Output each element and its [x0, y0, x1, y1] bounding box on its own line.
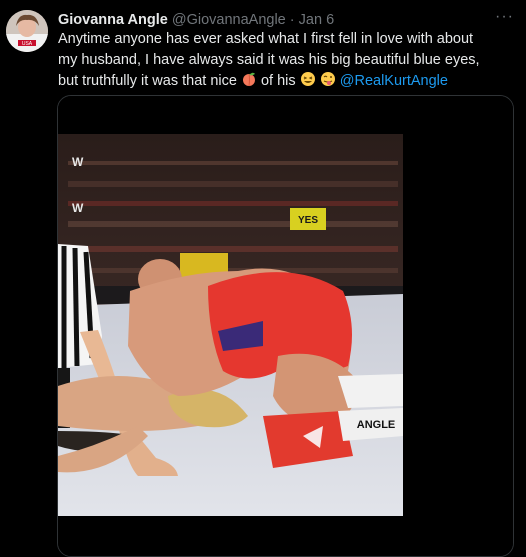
- tweet-date[interactable]: Jan 6: [299, 12, 334, 28]
- separator-dot: ·: [289, 12, 295, 28]
- tweet-text: Anytime anyone has ever asked what I fir…: [58, 29, 488, 94]
- more-options-icon[interactable]: ···: [495, 8, 514, 26]
- peach-emoji-icon: [241, 71, 257, 94]
- author-avatar[interactable]: USA: [6, 10, 48, 52]
- trunks-text: ANGLE: [357, 419, 396, 431]
- video-frame: YES W W ANGLE: [58, 134, 403, 516]
- broadcast-logo: W: [72, 155, 84, 169]
- tweet-text-part2: of his: [260, 73, 296, 89]
- svg-text:W: W: [72, 201, 84, 215]
- author-handle[interactable]: @GiovannaAngle: [172, 12, 286, 28]
- author-name[interactable]: Giovanna Angle: [58, 12, 168, 28]
- arena-sign-text: YES: [298, 215, 318, 226]
- svg-text:USA: USA: [22, 41, 33, 47]
- grinning-squint-emoji-icon: [300, 71, 316, 94]
- mention-link[interactable]: @RealKurtAngle: [340, 73, 448, 89]
- tongue-out-emoji-icon: [320, 71, 336, 94]
- tweet-card[interactable]: USA Giovanna Angle @GiovannaAngle · Jan …: [0, 0, 526, 557]
- tweet-header: Giovanna Angle @GiovannaAngle · Jan 6: [58, 12, 490, 30]
- tweet-media-image[interactable]: YES W W ANGLE: [57, 95, 514, 557]
